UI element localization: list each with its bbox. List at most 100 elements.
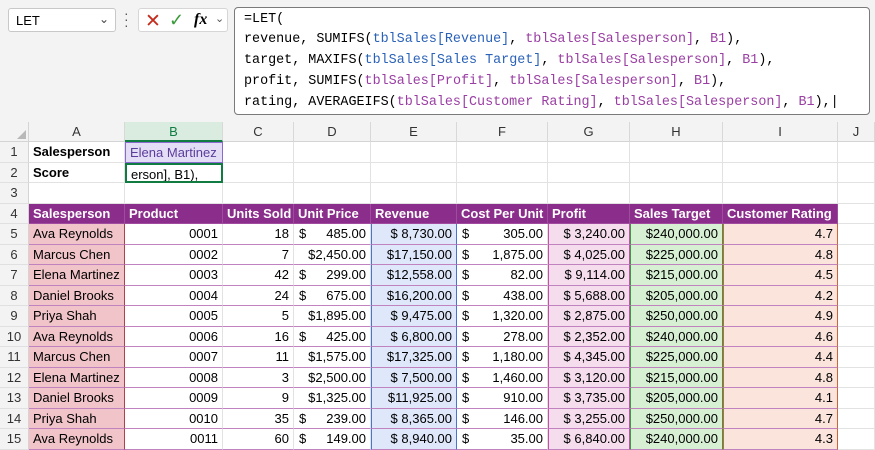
empty-cell[interactable]	[838, 244, 875, 265]
empty-cell[interactable]	[838, 224, 875, 245]
table-cell[interactable]: 4.3	[723, 429, 838, 450]
table-cell[interactable]: 4.7	[723, 408, 838, 429]
empty-cell[interactable]	[548, 162, 630, 183]
table-header[interactable]: Customer Rating	[723, 203, 838, 224]
column-header-h[interactable]: H	[630, 122, 723, 142]
table-cell[interactable]: 24	[223, 285, 294, 306]
table-header[interactable]: Cost Per Unit	[457, 203, 548, 224]
table-cell[interactable]: $675.00	[294, 285, 371, 306]
salesperson-input-cell[interactable]: Elena Martinez	[125, 142, 223, 163]
empty-cell[interactable]	[294, 142, 371, 163]
table-cell[interactable]: Marcus Chen	[29, 244, 125, 265]
table-cell[interactable]: 0007	[125, 347, 223, 368]
table-cell[interactable]: $910.00	[457, 388, 548, 409]
column-header-b[interactable]: B	[125, 122, 223, 142]
empty-cell[interactable]	[223, 183, 294, 204]
table-cell[interactable]: $205,000.00	[630, 388, 723, 409]
formula-input[interactable]: =LET(revenue, SUMIFS(tblSales[Revenue], …	[234, 7, 870, 115]
table-cell[interactable]: $146.00	[457, 408, 548, 429]
empty-cell[interactable]	[838, 388, 875, 409]
row-header-12[interactable]: 12	[0, 367, 29, 388]
empty-cell[interactable]	[371, 142, 457, 163]
table-cell[interactable]: $35.00	[457, 429, 548, 450]
table-cell[interactable]: $215,000.00	[630, 367, 723, 388]
table-cell[interactable]: $ 2,875.00	[548, 306, 630, 327]
table-cell[interactable]: $17,325.00	[371, 347, 457, 368]
table-cell[interactable]: $ 2,352.00	[548, 326, 630, 347]
cancel-icon[interactable]: ✕	[145, 10, 161, 33]
table-cell[interactable]: 9	[223, 388, 294, 409]
table-cell[interactable]: 4.7	[723, 224, 838, 245]
row-header-4[interactable]: 4	[0, 203, 29, 224]
column-header-d[interactable]: D	[294, 122, 371, 142]
row-header-14[interactable]: 14	[0, 408, 29, 429]
column-header-g[interactable]: G	[548, 122, 630, 142]
column-header-c[interactable]: C	[223, 122, 294, 142]
name-box[interactable]: LET ⌄	[8, 8, 116, 32]
table-cell[interactable]: $ 9,475.00	[371, 306, 457, 327]
select-all-corner[interactable]	[0, 122, 29, 142]
table-cell[interactable]: $1,325.00	[294, 388, 371, 409]
table-cell[interactable]: $ 8,365.00	[371, 408, 457, 429]
table-cell[interactable]: Priya Shah	[29, 306, 125, 327]
table-cell[interactable]: Priya Shah	[29, 408, 125, 429]
table-cell[interactable]: $149.00	[294, 429, 371, 450]
table-cell[interactable]: $ 3,120.00	[548, 367, 630, 388]
table-cell[interactable]: 4.1	[723, 388, 838, 409]
table-cell[interactable]: $11,925.00	[371, 388, 457, 409]
table-cell[interactable]: 4.5	[723, 265, 838, 286]
table-cell[interactable]: 7	[223, 244, 294, 265]
empty-cell[interactable]	[371, 162, 457, 183]
table-cell[interactable]: Elena Martinez	[29, 265, 125, 286]
empty-cell[interactable]	[838, 265, 875, 286]
table-header[interactable]: Revenue	[371, 203, 457, 224]
column-header-f[interactable]: F	[457, 122, 548, 142]
table-cell[interactable]: 60	[223, 429, 294, 450]
table-cell[interactable]: 35	[223, 408, 294, 429]
table-cell[interactable]: 4.2	[723, 285, 838, 306]
chevron-down-icon[interactable]: ⌄	[99, 12, 109, 26]
table-cell[interactable]: $ 8,730.00	[371, 224, 457, 245]
table-cell[interactable]: $205,000.00	[630, 285, 723, 306]
table-cell[interactable]: $1,180.00	[457, 347, 548, 368]
column-header-i[interactable]: I	[723, 122, 838, 142]
table-cell[interactable]: $ 4,345.00	[548, 347, 630, 368]
table-cell[interactable]: $12,558.00	[371, 265, 457, 286]
empty-cell[interactable]	[223, 162, 294, 183]
table-cell[interactable]: 0011	[125, 429, 223, 450]
table-cell[interactable]: Marcus Chen	[29, 347, 125, 368]
table-cell[interactable]: $299.00	[294, 265, 371, 286]
row-header-13[interactable]: 13	[0, 388, 29, 409]
table-cell[interactable]: Daniel Brooks	[29, 388, 125, 409]
table-cell[interactable]: Ava Reynolds	[29, 224, 125, 245]
table-header[interactable]: Unit Price	[294, 203, 371, 224]
empty-cell[interactable]	[457, 183, 548, 204]
empty-cell[interactable]	[294, 183, 371, 204]
table-cell[interactable]: $278.00	[457, 326, 548, 347]
table-cell[interactable]: $ 8,940.00	[371, 429, 457, 450]
empty-cell[interactable]	[630, 142, 723, 163]
score-active-cell[interactable]: erson], B1),	[125, 162, 223, 183]
table-cell[interactable]: 0008	[125, 367, 223, 388]
table-header[interactable]: Units Sold	[223, 203, 294, 224]
table-header[interactable]: Salesperson	[29, 203, 125, 224]
table-cell[interactable]: 0002	[125, 244, 223, 265]
empty-cell[interactable]	[838, 162, 875, 183]
empty-cell[interactable]	[371, 183, 457, 204]
table-cell[interactable]: $239.00	[294, 408, 371, 429]
empty-cell[interactable]	[457, 142, 548, 163]
confirm-icon[interactable]: ✓	[169, 10, 184, 31]
table-cell[interactable]: $ 6,800.00	[371, 326, 457, 347]
table-cell[interactable]: 0001	[125, 224, 223, 245]
table-cell[interactable]: $250,000.00	[630, 408, 723, 429]
table-cell[interactable]: 42	[223, 265, 294, 286]
row-header-10[interactable]: 10	[0, 326, 29, 347]
table-cell[interactable]: Ava Reynolds	[29, 429, 125, 450]
empty-cell[interactable]	[723, 142, 838, 163]
empty-cell[interactable]	[838, 142, 875, 163]
table-cell[interactable]: $438.00	[457, 285, 548, 306]
table-cell[interactable]: 4.9	[723, 306, 838, 327]
table-cell[interactable]: $425.00	[294, 326, 371, 347]
table-cell[interactable]: $ 9,114.00	[548, 265, 630, 286]
table-cell[interactable]: $1,895.00	[294, 306, 371, 327]
